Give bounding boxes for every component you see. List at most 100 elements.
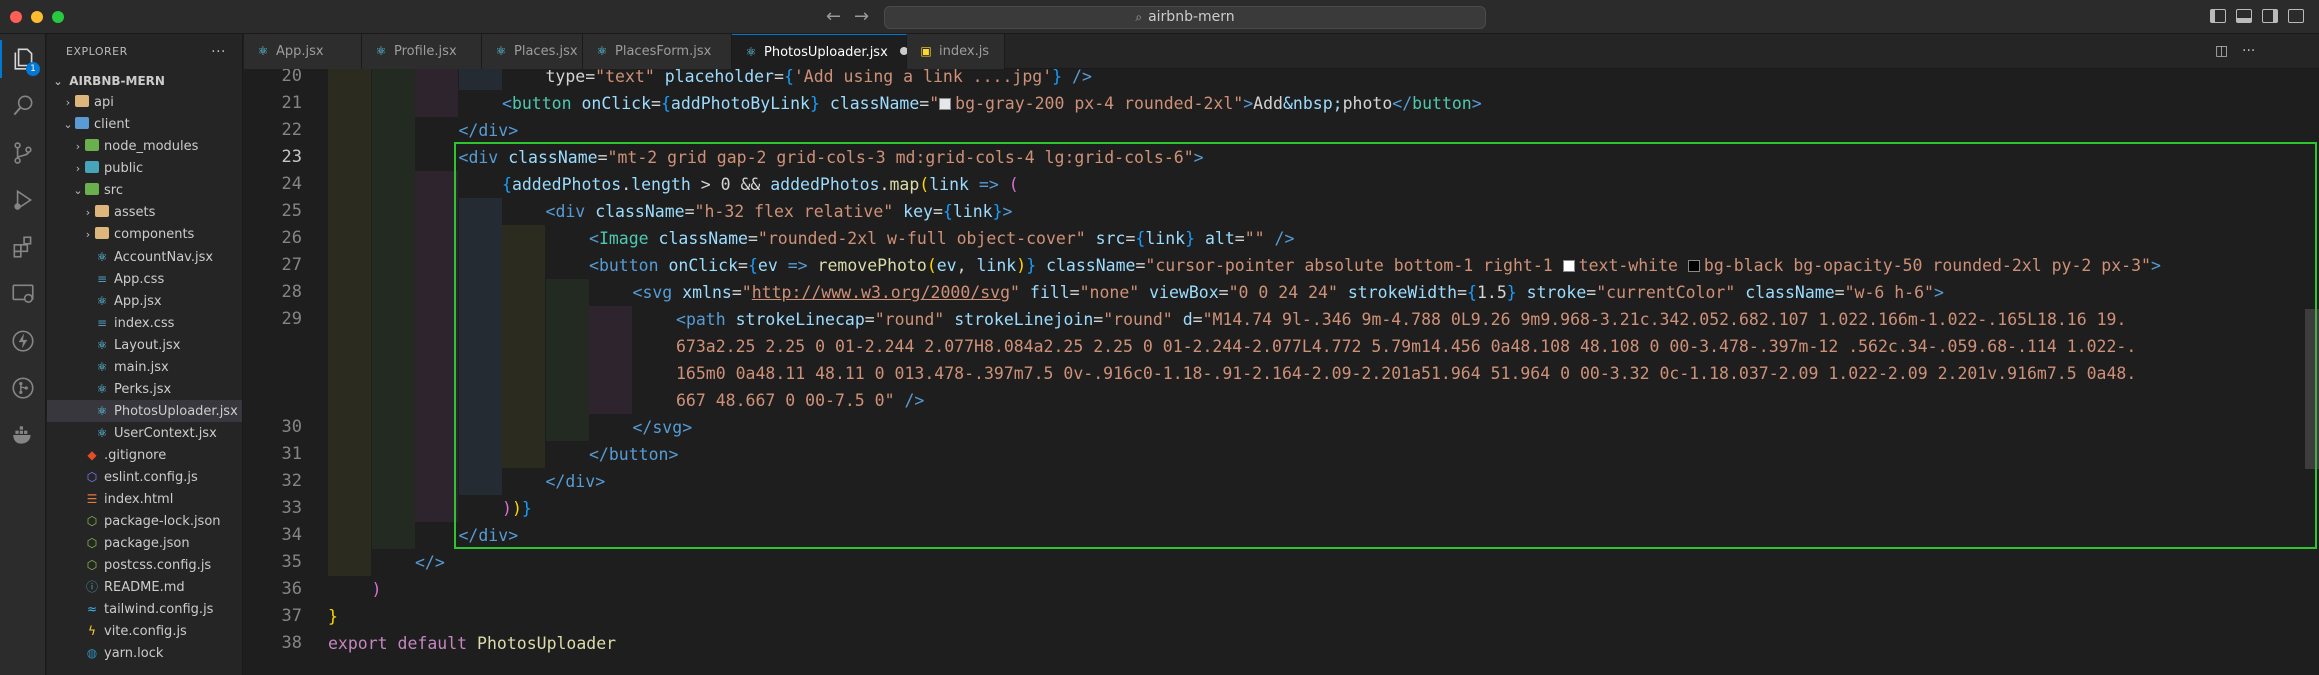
extensions-activity[interactable]	[0, 228, 46, 266]
tw-file-icon: ≈	[86, 602, 98, 616]
indent-guide	[415, 198, 458, 225]
file-item[interactable]: ◆ .gitignore	[47, 444, 242, 466]
more-actions-icon[interactable]: ···	[2242, 43, 2255, 59]
file-item[interactable]: ⚛ Perks.jsx	[47, 378, 242, 400]
docker-icon	[13, 426, 31, 444]
search-activity[interactable]	[0, 87, 46, 125]
folder-item[interactable]: ⌄ src	[47, 180, 242, 202]
folder-item[interactable]: › components	[47, 224, 242, 246]
editor-tab[interactable]: ▣ index.js	[907, 34, 1005, 69]
folder-item[interactable]: › assets	[47, 202, 242, 224]
minimize-window-button[interactable]	[31, 11, 43, 23]
chevron-right-icon: ›	[85, 228, 91, 241]
tree-item-label: AccountNav.jsx	[114, 250, 214, 265]
workspace-root[interactable]: ⌄ AIRBNB-MERN	[47, 70, 242, 92]
run-debug-activity[interactable]	[0, 181, 46, 219]
indent-guide	[415, 90, 458, 117]
workspace-root-label: AIRBNB-MERN	[69, 74, 165, 88]
color-swatch-icon[interactable]	[939, 98, 952, 110]
file-item[interactable]: ⚛ UserContext.jsx	[47, 422, 242, 444]
git-graph-activity[interactable]	[0, 369, 46, 407]
file-item[interactable]: ⚛ App.jsx	[47, 290, 242, 312]
source-control-activity[interactable]	[0, 134, 46, 172]
folder-item[interactable]: ⌄ client	[47, 114, 242, 136]
close-window-button[interactable]	[10, 11, 22, 23]
folder-item[interactable]: › node_modules	[47, 136, 242, 158]
react-file-icon: ⚛	[96, 250, 108, 264]
folder-item[interactable]: › public	[47, 158, 242, 180]
file-item[interactable]: ☰ index.html	[47, 488, 242, 510]
tab-label: PlacesForm.jsx	[615, 44, 712, 59]
code-token: button	[1412, 94, 1472, 113]
tab-label: PhotosUploader.jsx	[764, 45, 888, 60]
editor-scrollbar[interactable]	[2305, 309, 2319, 469]
file-item[interactable]: ⬡ package-lock.json	[47, 510, 242, 532]
code-token: =	[774, 69, 784, 86]
file-item[interactable]: ≡ index.css	[47, 312, 242, 334]
explorer-sidebar: EXPLORER ··· ⌄ AIRBNB-MERN › api ⌄ client › n…	[47, 34, 243, 675]
editor-tab[interactable]: ⚛ PhotosUploader.jsx	[732, 34, 908, 69]
code-token: >	[508, 121, 519, 140]
indent-guide	[371, 117, 415, 144]
file-item[interactable]: ⚛ Layout.jsx	[47, 334, 242, 356]
file-item[interactable]: ≡ App.css	[47, 268, 242, 290]
back-arrow-icon[interactable]: ←	[826, 6, 841, 27]
indent-guide	[328, 252, 371, 279]
explorer-activity[interactable]: 1	[0, 40, 46, 78]
file-item[interactable]: ⚛ AccountNav.jsx	[47, 246, 242, 268]
explorer-title: EXPLORER ···	[47, 34, 242, 70]
toggle-secondary-sidebar-icon[interactable]	[2262, 9, 2278, 23]
file-item[interactable]: ⬡ package.json	[47, 532, 242, 554]
zoom-window-button[interactable]	[52, 11, 64, 23]
code-token: placeholder	[664, 69, 774, 86]
file-item[interactable]: ⚛ PhotosUploader.jsx	[47, 400, 242, 422]
code-line[interactable]: type="text" placeholder={'Add using a li…	[546, 69, 1092, 90]
docker-activity[interactable]	[0, 416, 46, 454]
file-item[interactable]: ◍ yarn.lock	[47, 642, 242, 664]
file-item[interactable]: ⓘ README.md	[47, 576, 242, 598]
code-token: addPhotoByLink	[670, 94, 810, 113]
folder-item[interactable]: › api	[47, 92, 242, 114]
forward-arrow-icon[interactable]: →	[854, 6, 869, 27]
code-line[interactable]: )	[372, 576, 382, 603]
line-number: 32	[281, 471, 302, 491]
indent-guide	[415, 468, 458, 495]
code-token: =	[919, 94, 930, 113]
thunder-client-activity[interactable]	[0, 322, 46, 360]
remote-explorer-activity[interactable]	[0, 275, 46, 313]
editor-tab[interactable]: ⚛ PlacesForm.jsx	[583, 34, 732, 69]
indent-guide	[371, 333, 415, 360]
customize-layout-icon[interactable]	[2288, 9, 2304, 23]
code-line[interactable]: <button onClick={addPhotoByLink} classNa…	[502, 90, 1482, 117]
more-actions-icon[interactable]: ···	[211, 34, 226, 70]
command-center-search[interactable]: ⌕ airbnb-mern	[884, 6, 1486, 29]
file-item[interactable]: ≈ tailwind.config.js	[47, 598, 242, 620]
editor-tab[interactable]: ⚛ Places.jsx	[482, 34, 583, 69]
code-token: &nbsp;	[1282, 94, 1343, 113]
eslint-file-icon: ⬡	[86, 470, 98, 484]
code-line[interactable]: </>	[415, 549, 445, 576]
indent-guide	[415, 333, 458, 360]
editor-tab[interactable]: ⚛ App.jsx	[244, 34, 362, 69]
chevron-right-icon: ›	[65, 96, 71, 109]
chevron-right-icon: ›	[75, 140, 81, 153]
indent-guide	[371, 69, 415, 90]
code-line[interactable]: export default PhotosUploader	[328, 630, 616, 657]
code-editor[interactable]: 20 21 22 23 24 25 26 27 28 29 30 31 32 33 34 35 36 37 38 t…	[244, 69, 2319, 675]
file-item[interactable]: ⬡ postcss.config.js	[47, 554, 242, 576]
split-editor-icon[interactable]: ◫	[2215, 43, 2228, 59]
react-file-icon: ⚛	[96, 426, 108, 440]
file-item[interactable]: ⚛ main.jsx	[47, 356, 242, 378]
code-line[interactable]: </div>	[459, 117, 519, 144]
file-item[interactable]: ϟ vite.config.js	[47, 620, 242, 642]
editor-tab[interactable]: ⚛ Profile.jsx	[362, 34, 482, 69]
file-item[interactable]: ⬡ eslint.config.js	[47, 466, 242, 488]
indent-guide	[371, 387, 415, 414]
indent-guide	[328, 333, 371, 360]
indent-guide	[328, 90, 371, 117]
toggle-panel-icon[interactable]	[2236, 9, 2252, 23]
toggle-primary-sidebar-icon[interactable]	[2210, 9, 2226, 23]
code-line[interactable]: }	[328, 603, 338, 630]
